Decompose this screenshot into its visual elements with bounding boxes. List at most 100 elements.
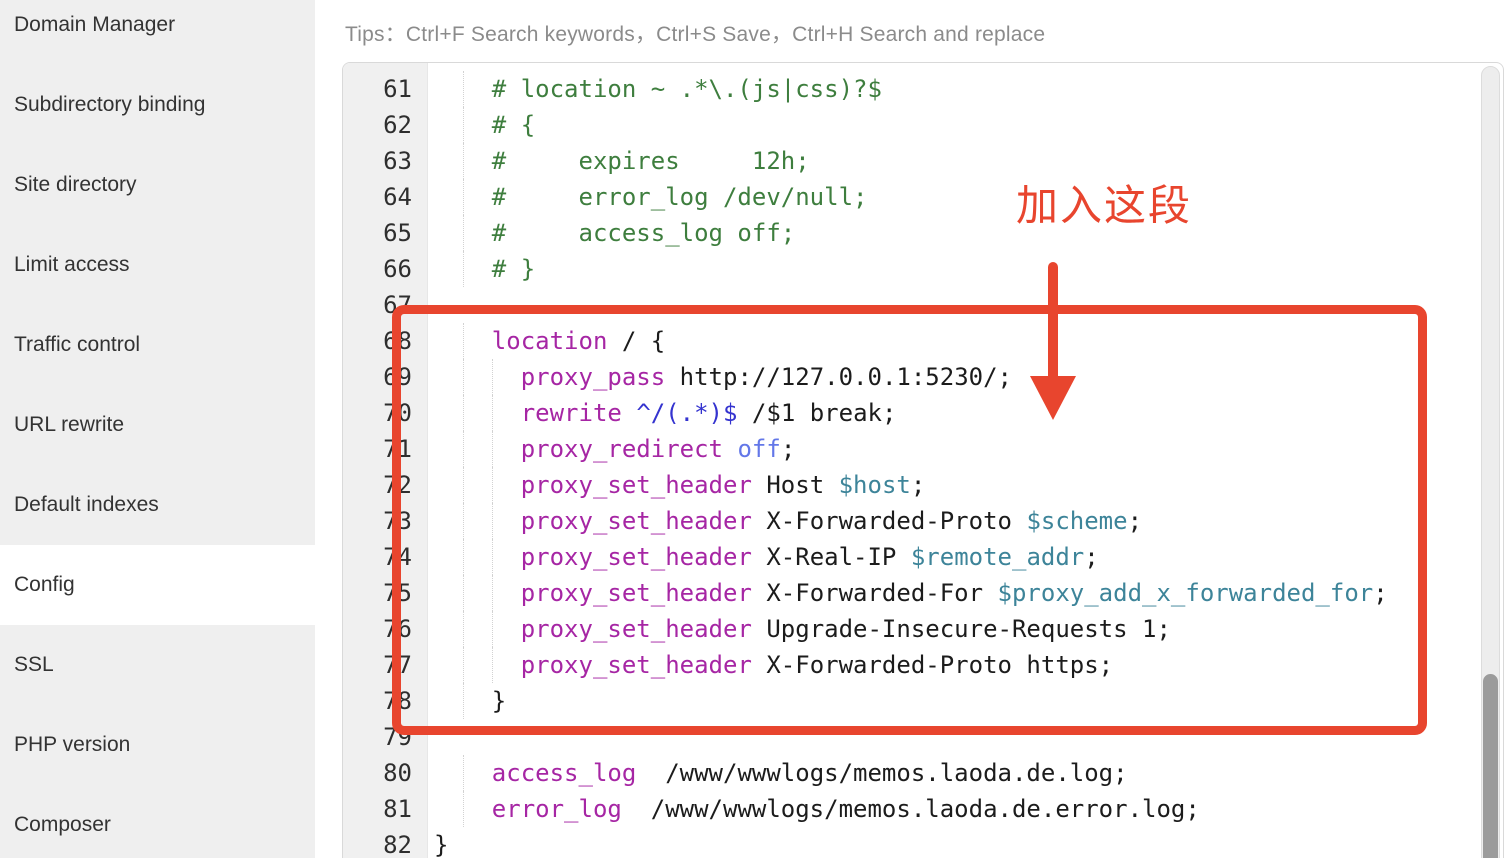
code-token — [434, 651, 521, 679]
code-line-79[interactable] — [428, 719, 1481, 755]
code-line-67[interactable] — [428, 287, 1481, 323]
code-token: X-Forwarded-For — [752, 579, 998, 607]
line-number: 69 — [343, 359, 427, 395]
config-editor-textarea[interactable]: # location ~ .*\.(js|css)?$ # { # expire… — [428, 63, 1481, 858]
sidebar-item-ssl[interactable]: SSL — [0, 625, 315, 705]
code-line-77[interactable]: proxy_set_header X-Forwarded-Proto https… — [428, 647, 1481, 683]
indent-guide — [463, 755, 464, 791]
indent-guide — [463, 395, 464, 431]
code-line-72[interactable]: proxy_set_header Host $host; — [428, 467, 1481, 503]
code-line-63[interactable]: # expires 12h; — [428, 143, 1481, 179]
line-number: 71 — [343, 431, 427, 467]
config-editor[interactable]: 6162636465666768697071727374757677787980… — [342, 62, 1504, 858]
code-line-80[interactable]: access_log /www/wwwlogs/memos.laoda.de.l… — [428, 755, 1481, 791]
code-line-62[interactable]: # { — [428, 107, 1481, 143]
line-number: 67 — [343, 287, 427, 323]
code-line-68[interactable]: location / { — [428, 323, 1481, 359]
code-token: # expires 12h; — [434, 147, 810, 175]
code-token: proxy_redirect — [521, 435, 723, 463]
line-number: 66 — [343, 251, 427, 287]
code-token: http://127.0.0.1:5230/; — [665, 363, 1012, 391]
indent-guide — [463, 791, 464, 827]
editor-tips: Tips：Ctrl+F Search keywords，Ctrl+S Save，… — [345, 18, 1045, 48]
indent-guide — [492, 539, 493, 575]
code-token: ; — [1373, 579, 1387, 607]
code-line-75[interactable]: proxy_set_header X-Forwarded-For $proxy_… — [428, 575, 1481, 611]
code-token — [434, 399, 521, 427]
line-number-gutter: 6162636465666768697071727374757677787980… — [343, 63, 428, 858]
line-number: 61 — [343, 71, 427, 107]
code-token — [434, 579, 521, 607]
sidebar-item-composer[interactable]: Composer — [0, 785, 315, 858]
indent-guide — [463, 359, 464, 395]
sidebar-item-limit-access[interactable]: Limit access — [0, 225, 315, 305]
code-line-78[interactable]: } — [428, 683, 1481, 719]
code-token: X-Forwarded-Proto https; — [752, 651, 1113, 679]
indent-guide — [463, 179, 464, 215]
indent-guide — [463, 107, 464, 143]
sidebar-item-url-rewrite[interactable]: URL rewrite — [0, 385, 315, 465]
code-line-74[interactable]: proxy_set_header X-Real-IP $remote_addr; — [428, 539, 1481, 575]
code-line-61[interactable]: # location ~ .*\.(js|css)?$ — [428, 71, 1481, 107]
vertical-scrollbar[interactable] — [1481, 66, 1500, 858]
code-token: Host — [752, 471, 839, 499]
code-token — [622, 399, 636, 427]
sidebar-item-traffic-control[interactable]: Traffic control — [0, 305, 315, 385]
code-line-69[interactable]: proxy_pass http://127.0.0.1:5230/; — [428, 359, 1481, 395]
code-token — [434, 471, 521, 499]
code-token: access_log — [492, 759, 637, 787]
line-number: 68 — [343, 323, 427, 359]
code-token: proxy_set_header — [521, 507, 752, 535]
code-token: /$1 break; — [737, 399, 896, 427]
line-number: 64 — [343, 179, 427, 215]
code-token: Upgrade-Insecure-Requests 1; — [752, 615, 1171, 643]
code-token: # access_log off; — [434, 219, 795, 247]
code-line-70[interactable]: rewrite ^/(.*)$ /$1 break; — [428, 395, 1481, 431]
code-token: X-Forwarded-Proto — [752, 507, 1027, 535]
indent-guide — [492, 611, 493, 647]
indent-guide — [463, 503, 464, 539]
code-line-71[interactable]: proxy_redirect off; — [428, 431, 1481, 467]
code-token — [434, 543, 521, 571]
scrollbar-thumb[interactable] — [1483, 674, 1498, 858]
code-line-76[interactable]: proxy_set_header Upgrade-Insecure-Reques… — [428, 611, 1481, 647]
code-token: # location ~ .*\.(js|css)?$ — [434, 75, 882, 103]
sidebar-item-php-version[interactable]: PHP version — [0, 705, 315, 785]
code-token: $proxy_add_x_forwarded_for — [998, 579, 1374, 607]
line-number: 70 — [343, 395, 427, 431]
line-number: 78 — [343, 683, 427, 719]
code-token — [434, 615, 521, 643]
line-number: 72 — [343, 467, 427, 503]
line-number: 81 — [343, 791, 427, 827]
code-token: error_log — [492, 795, 622, 823]
sidebar-item-domain-manager[interactable]: Domain Manager — [0, 0, 315, 65]
code-line-64[interactable]: # error_log /dev/null; — [428, 179, 1481, 215]
line-number: 77 — [343, 647, 427, 683]
sidebar-item-default-indexes[interactable]: Default indexes — [0, 465, 315, 545]
indent-guide — [492, 503, 493, 539]
indent-guide — [463, 215, 464, 251]
indent-guide — [463, 647, 464, 683]
code-line-66[interactable]: # } — [428, 251, 1481, 287]
sidebar-item-site-directory[interactable]: Site directory — [0, 145, 315, 225]
indent-guide — [492, 647, 493, 683]
indent-guide — [492, 359, 493, 395]
indent-guide — [463, 431, 464, 467]
indent-guide — [492, 575, 493, 611]
code-token — [723, 435, 737, 463]
code-line-82[interactable]: } — [428, 827, 1481, 858]
code-token: /www/wwwlogs/memos.laoda.de.error.log; — [622, 795, 1200, 823]
line-number: 65 — [343, 215, 427, 251]
code-line-73[interactable]: proxy_set_header X-Forwarded-Proto $sche… — [428, 503, 1481, 539]
sidebar-item-subdirectory-binding[interactable]: Subdirectory binding — [0, 65, 315, 145]
line-number: 79 — [343, 719, 427, 755]
code-token: ; — [1084, 543, 1098, 571]
code-token: /www/wwwlogs/memos.laoda.de.log; — [636, 759, 1127, 787]
code-token: / { — [607, 327, 665, 355]
indent-guide — [492, 431, 493, 467]
code-token: $scheme — [1026, 507, 1127, 535]
code-line-65[interactable]: # access_log off; — [428, 215, 1481, 251]
sidebar-item-config[interactable]: Config — [0, 545, 315, 625]
code-line-81[interactable]: error_log /www/wwwlogs/memos.laoda.de.er… — [428, 791, 1481, 827]
line-number: 63 — [343, 143, 427, 179]
